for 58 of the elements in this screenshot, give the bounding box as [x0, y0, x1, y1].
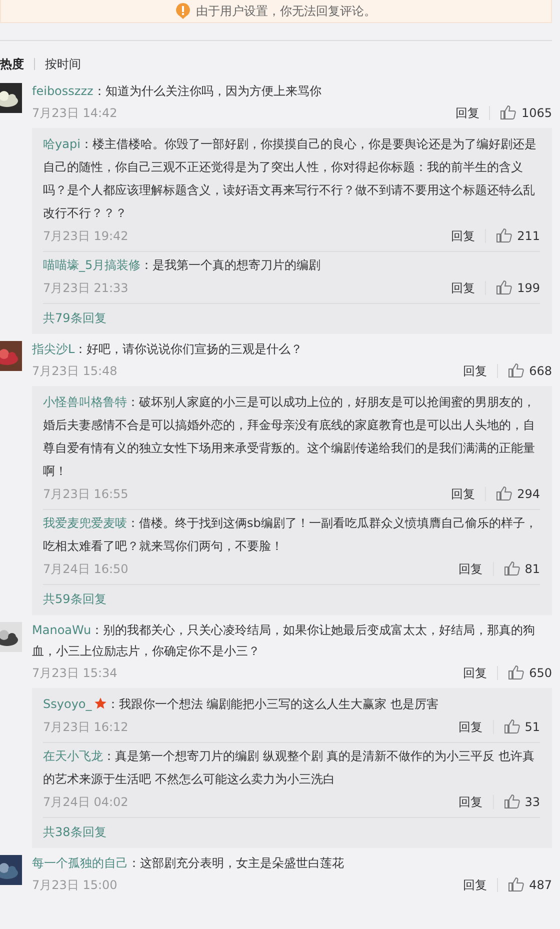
username-link[interactable]: 每一个孤独的自己 — [32, 856, 128, 870]
like-button[interactable]: 668 — [508, 362, 552, 380]
reply-link[interactable]: 回复 — [463, 664, 488, 682]
comment-date: 7月23日 19:42 — [43, 228, 128, 244]
sort-tab[interactable]: 热度 — [0, 55, 24, 73]
thumbs-up-icon — [508, 877, 524, 892]
comment-text: Ssyoyo_ ：我跟你一个想法 编剧能把小三写的这么人生大赢家 也是厉害 — [43, 696, 440, 713]
comment-text: 每一个孤独的自己：这部剧充分表明，女主是朵盛世白莲花 — [32, 855, 345, 872]
thumbs-up-icon — [508, 665, 524, 680]
comment-text: 喵喵壕_5月搞装修：是我第一个真的想寄刀片的编剧 — [43, 257, 322, 274]
comment-text: 哈yapi：楼主借楼哈。你毁了一部好剧，你摸摸自己的良心，你是要舆论还是为了编好剧还是自己的随性，你自己三观不正还觉得是为了突出人性，你对得起你标题：我的前半生的含义吗？是个人都应该理解标题含义，读好语文再来写行不行？做不到请不要用这个标题还特么乱改行不行？？？ — [43, 136, 538, 222]
thumbs-up-icon — [496, 280, 512, 295]
comment-date: 7月24日 16:50 — [43, 560, 128, 578]
reply-link[interactable]: 回复 — [455, 104, 480, 122]
thumbs-up-icon — [508, 363, 524, 378]
thumbs-up-icon — [504, 561, 520, 576]
reply-link[interactable]: 回复 — [458, 560, 483, 578]
reply-link[interactable]: 回复 — [458, 792, 483, 810]
comment-text: 指尖沙L：好吧，请你说说你们宣扬的三观是什么？ — [32, 341, 304, 358]
username-link[interactable]: ManoaWu — [32, 623, 92, 637]
like-button[interactable]: 81 — [504, 560, 540, 578]
thumbs-up-icon — [500, 105, 516, 120]
comment-date: 7月23日 15:34 — [32, 664, 118, 682]
reply-link[interactable]: 回复 — [451, 278, 476, 296]
comment-text: 在天小飞龙：真是第一个想寄刀片的编剧 纵观整个剧 真的是清新不做作的为小三平反 也许真的艺术来源于生活吧 不然怎么可能这么卖力为小三洗白 — [43, 748, 536, 788]
thumbs-up-icon — [496, 486, 512, 501]
comment-date: 7月23日 16:55 — [43, 486, 128, 502]
reply-link[interactable]: 回复 — [458, 718, 483, 736]
comment-text: feibosszzz：知道为什么关注你吗，因为方便上来骂你 — [32, 83, 322, 100]
notice-text: 由于用户设置，你无法回复评论。 — [196, 3, 376, 20]
thumbs-up-icon — [504, 719, 520, 734]
reply-link[interactable]: 回复 — [463, 362, 488, 380]
username-link[interactable]: feibosszzz — [32, 84, 94, 98]
comment-date: 7月23日 15:48 — [32, 362, 118, 380]
thumbs-up-icon — [496, 228, 512, 243]
comment-text: 我爱麦兜爱麦唛：借楼。终于找到这俩sb编剧了！一副看吃瓜群众义愤填膺自己偷乐的样子，吃相太难看了吧？就来骂你们两句，不要脸！ — [43, 515, 538, 555]
comment-date: 7月23日 21:33 — [43, 280, 128, 296]
like-button[interactable]: 211 — [496, 226, 540, 244]
like-button[interactable]: 1065 — [500, 104, 552, 122]
comment-date: 7月24日 04:02 — [43, 794, 128, 810]
comment-date: 7月23日 14:42 — [32, 104, 118, 122]
reply-link[interactable]: 回复 — [451, 484, 476, 502]
like-button[interactable]: 51 — [504, 718, 540, 736]
sort-tab[interactable]: 按时间 — [45, 55, 81, 73]
like-button[interactable]: 487 — [508, 876, 552, 894]
thumbs-up-icon — [504, 794, 520, 809]
comment-date: 7月23日 16:12 — [43, 718, 128, 736]
comment-text: 小怪兽叫格鲁特：破坏别人家庭的小三是可以成功上位的，好朋友是可以抢闺蜜的男朋友的，婚后夫妻感情不合是可以搞婚外恋的，拜金母亲没有底线的家庭教育也是可以出人头地的，自尊自爱有情有义的独立女性下场用来承受背叛的。这个编剧传递给我们的是我们满满的正能量啊！ — [43, 394, 536, 480]
like-button[interactable]: 199 — [496, 278, 540, 296]
like-button[interactable]: 650 — [508, 664, 552, 682]
username-link[interactable]: 指尖沙L — [32, 342, 75, 356]
like-button[interactable]: 33 — [504, 792, 540, 810]
like-button[interactable]: 294 — [496, 484, 540, 502]
comment-text: ManoaWu：别的我都关心，只关心凌玲结局，如果你让她最后变成富太太，好结局，那真的狗血，小三上位励志片，你确定你不是小三？ — [32, 622, 536, 660]
reply-link[interactable]: 回复 — [463, 876, 488, 894]
comment-date: 7月23日 15:00 — [32, 876, 118, 894]
warning-icon — [176, 3, 190, 19]
reply-link[interactable]: 回复 — [451, 226, 476, 244]
